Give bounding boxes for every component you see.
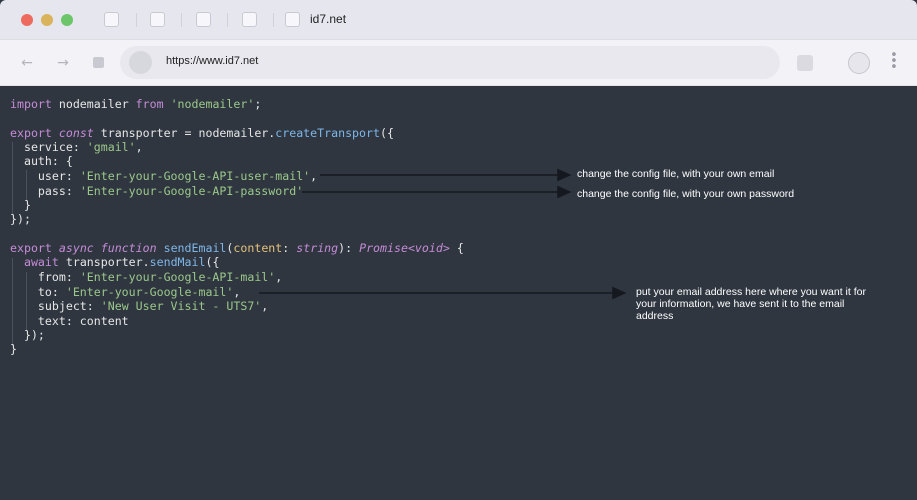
arrow-right-icon[interactable]: → bbox=[53, 53, 73, 73]
active-tab-title[interactable]: id7.net bbox=[310, 12, 346, 26]
profile-avatar[interactable] bbox=[848, 52, 870, 74]
active-tab-favicon-icon[interactable] bbox=[285, 12, 300, 27]
tab-favicon-icon[interactable] bbox=[104, 12, 119, 27]
close-window-button[interactable] bbox=[21, 14, 33, 26]
tab-divider bbox=[273, 13, 274, 27]
tab-favicon-icon[interactable] bbox=[242, 12, 257, 27]
extension-icon[interactable] bbox=[797, 55, 813, 71]
navigation-bar: ← → https://www.id7.net • • • bbox=[0, 40, 917, 86]
kebab-menu-icon[interactable]: • • • bbox=[889, 49, 899, 74]
address-bar[interactable]: https://www.id7.net bbox=[120, 46, 780, 79]
tab-favicon-icon[interactable] bbox=[150, 12, 165, 27]
tab-divider bbox=[181, 13, 182, 27]
site-info-icon[interactable] bbox=[129, 51, 152, 74]
minimize-window-button[interactable] bbox=[41, 14, 53, 26]
url-text[interactable]: https://www.id7.net bbox=[166, 55, 258, 67]
arrow-left-icon[interactable]: ← bbox=[17, 53, 37, 73]
browser-window: id7.net ← → https://www.id7.net • • • impo… bbox=[0, 0, 917, 500]
stop-icon[interactable] bbox=[93, 57, 104, 68]
maximize-window-button[interactable] bbox=[61, 14, 73, 26]
tab-divider bbox=[227, 13, 228, 27]
tab-bar: id7.net bbox=[0, 0, 917, 40]
tab-favicon-icon[interactable] bbox=[196, 12, 211, 27]
annotation-arrows bbox=[259, 168, 627, 300]
tab-divider bbox=[136, 13, 137, 27]
